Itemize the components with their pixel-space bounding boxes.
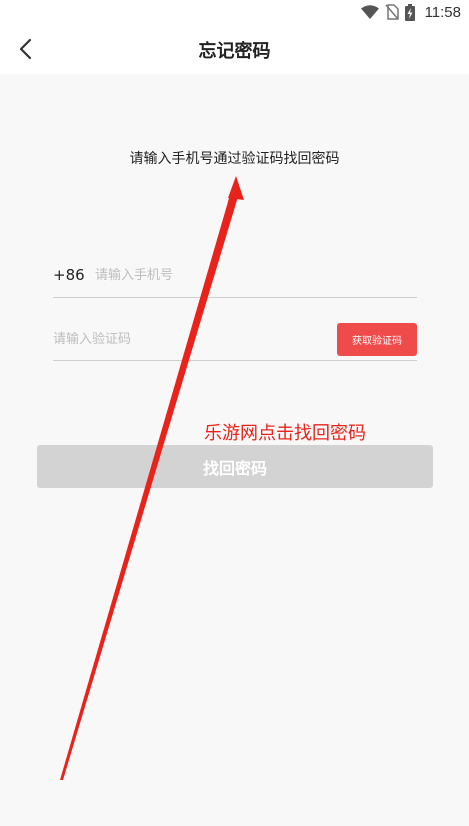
phone-input[interactable] — [95, 264, 395, 286]
hint-text: 请输入手机号通过验证码找回密码 — [129, 151, 340, 167]
annotation-arrow — [60, 176, 244, 780]
country-code: +86 — [53, 266, 85, 284]
page-title: 忘记密码 — [198, 41, 271, 62]
annotation-text: 乐游网点击找回密码 — [204, 423, 366, 444]
code-row: 获取验证码 — [53, 318, 417, 361]
phone-row: +86 — [53, 254, 417, 298]
status-icons: 11:58 — [360, 2, 461, 22]
wifi-icon — [360, 5, 379, 19]
no-sim-icon — [384, 4, 399, 20]
battery-charging-icon — [404, 3, 415, 21]
verification-code-input[interactable] — [53, 328, 313, 350]
get-code-button[interactable]: 获取验证码 — [337, 323, 417, 356]
nav-bar: 忘记密码 — [0, 24, 469, 74]
submit-button[interactable]: 找回密码 — [37, 445, 433, 488]
annotation-arrow-head — [228, 176, 244, 200]
status-time: 11:58 — [424, 3, 461, 21]
status-bar: 11:58 — [0, 0, 469, 24]
